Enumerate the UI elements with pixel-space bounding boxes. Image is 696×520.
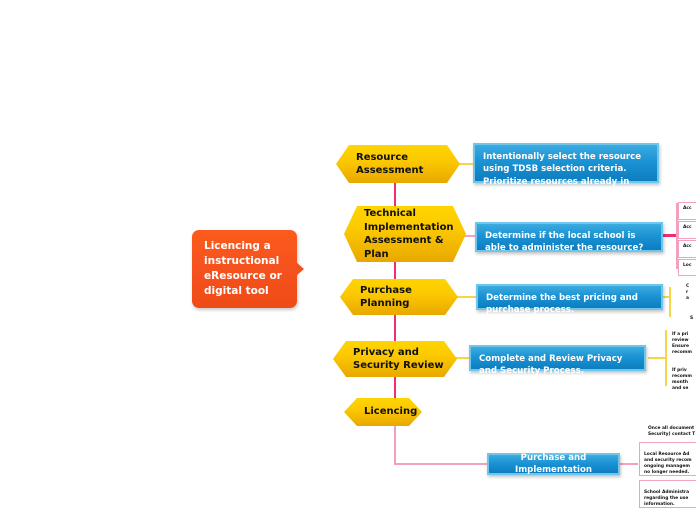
mindmap-canvas: Licencing a instructional eResource or d… (0, 0, 696, 520)
leaf-technical-4[interactable]: Loc (678, 259, 696, 276)
leaf-text: Acc (683, 206, 692, 211)
connector-technical-detail-to-leaves (663, 234, 677, 237)
leaf-text: If a pri review Ensure recomm (672, 332, 692, 356)
detail-privacy-security-review[interactable]: Complete and Review Privacy and Security… (469, 345, 646, 376)
detail-resource-assessment[interactable]: Intentionally select the resource using … (473, 143, 659, 199)
branch-label: Purchase Planning (360, 284, 412, 309)
connector-implementation-horizontal (394, 463, 487, 465)
branch-licencing[interactable]: Licencing (344, 398, 422, 426)
leaf-implementation-3[interactable]: School Administra regarding the use info… (639, 480, 696, 508)
leaf-text: Once all document Security) contact T (648, 426, 696, 438)
detail-text: Determine the best pricing and purchase … (486, 293, 638, 316)
leaf-text: School Administra regarding the use info… (644, 490, 690, 508)
leaf-implementation-2[interactable]: Local Resource Ad and security recom ong… (639, 442, 696, 476)
branch-label: Technical Implementation Assessment & Pl… (364, 208, 454, 260)
detail-text: Complete and Review Privacy and Security… (479, 354, 623, 377)
detail-technical-implementation[interactable]: Determine if the local school is able to… (475, 222, 663, 254)
branch-purchase-planning[interactable]: Purchase Planning (340, 279, 458, 315)
branch-technical-implementation[interactable]: Technical Implementation Assessment & Pl… (344, 206, 466, 262)
branch-resource-assessment[interactable]: Resource Assessment (336, 145, 460, 183)
node-purchase-and-implementation[interactable]: Purchase and Implementation (487, 453, 620, 475)
leaf-implementation-1[interactable]: Once all document Security) contact T (646, 420, 696, 438)
leaf-text: S (690, 316, 694, 322)
leaf-text: C r a (686, 284, 690, 302)
connector-leaf-bracket-purchase (669, 287, 671, 317)
detail-text: Intentionally select the resource using … (483, 152, 642, 200)
detail-text: Determine if the local school is able to… (485, 231, 644, 254)
branch-label: Licencing (364, 406, 418, 418)
detail-purchase-planning[interactable]: Determine the best pricing and purchase … (476, 284, 663, 315)
connector-privacy-detail-to-leaves (648, 357, 666, 359)
root-node[interactable]: Licencing a instructional eResource or d… (192, 230, 304, 308)
leaf-purchase-1[interactable]: C r a (684, 278, 696, 302)
connector-leaf-bracket-privacy (665, 330, 667, 386)
leaf-text: Acc (683, 244, 692, 249)
connector-implementation-to-leaves (620, 463, 638, 465)
leaf-text: Acc (683, 225, 692, 230)
branch-label: Privacy and Security Review (353, 346, 444, 371)
leaf-privacy-1[interactable]: If a pri review Ensure recomm (670, 326, 696, 356)
leaf-technical-2[interactable]: Acc (678, 221, 696, 239)
leaf-purchase-2[interactable]: S (688, 310, 696, 322)
root-node-arrow-icon (296, 261, 304, 276)
leaf-privacy-2[interactable]: If priv recomm month and se (670, 362, 696, 392)
branch-privacy-security-review[interactable]: Privacy and Security Review (333, 341, 457, 377)
node-label: Purchase and Implementation (515, 452, 592, 475)
leaf-technical-3[interactable]: Acc (678, 240, 696, 258)
branch-label: Resource Assessment (356, 151, 424, 176)
leaf-technical-1[interactable]: Acc (678, 202, 696, 220)
leaf-text: Local Resource Ad and security recom ong… (644, 452, 692, 476)
root-node-label: Licencing a instructional eResource or d… (204, 240, 282, 297)
leaf-text: If priv recomm month and se (672, 368, 692, 392)
leaf-text: Loc (683, 263, 692, 268)
